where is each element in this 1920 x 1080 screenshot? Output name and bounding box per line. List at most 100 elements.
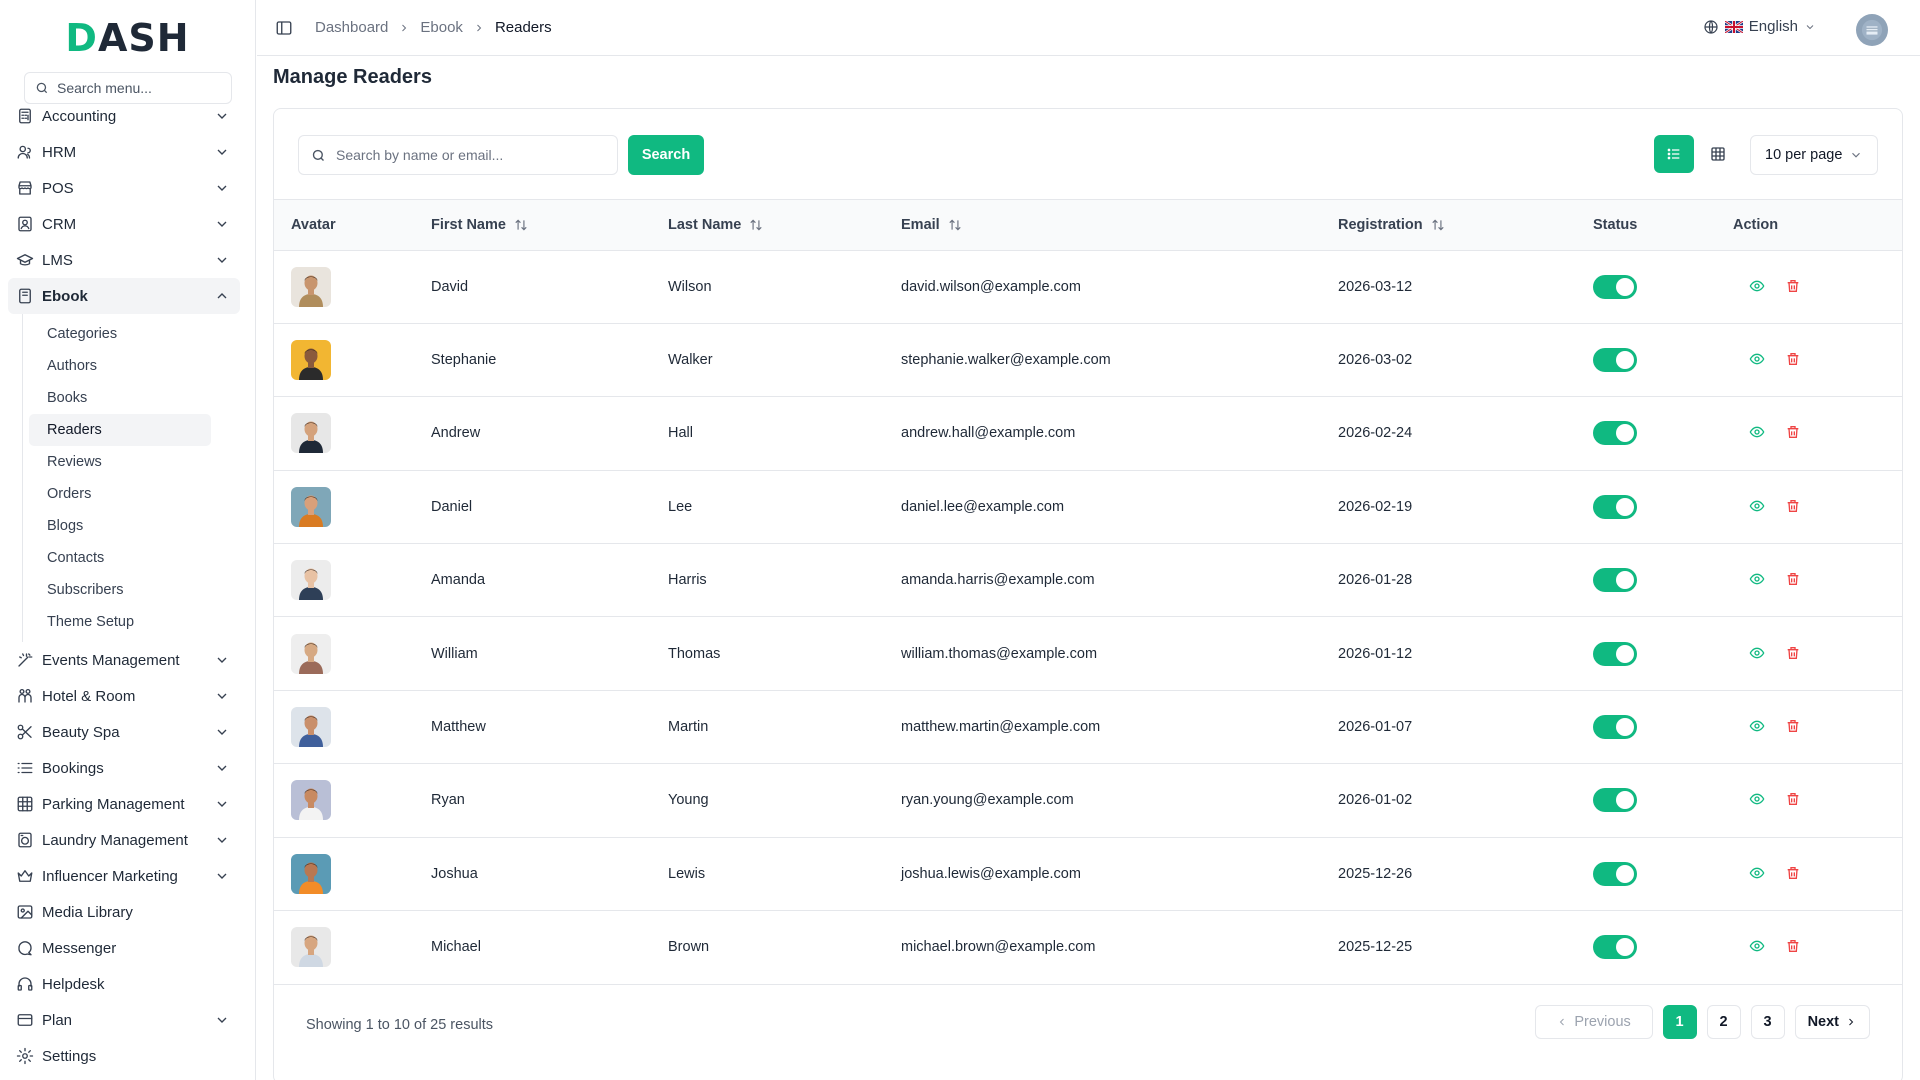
- sidebar-item-crm[interactable]: CRM: [8, 206, 240, 242]
- chevron-down-icon[interactable]: [214, 1012, 230, 1028]
- status-toggle[interactable]: [1593, 641, 1637, 666]
- col-registration[interactable]: Registration: [1321, 200, 1576, 250]
- status-toggle[interactable]: [1593, 788, 1637, 813]
- sidebar-item-parking-management[interactable]: Parking Management: [8, 786, 240, 822]
- app-logo[interactable]: DASH: [0, 0, 255, 64]
- sidebar-subitem-readers[interactable]: Readers: [29, 414, 211, 446]
- page-2-button[interactable]: 2: [1706, 1005, 1741, 1039]
- chevron-down-icon[interactable]: [214, 724, 230, 740]
- chevron-down-icon[interactable]: [214, 216, 230, 232]
- sort-icon[interactable]: [1431, 218, 1445, 232]
- chevron-up-icon[interactable]: [214, 288, 230, 304]
- chevron-down-icon[interactable]: [214, 760, 230, 776]
- sidebar-subitem-reviews[interactable]: Reviews: [29, 446, 211, 478]
- sidebar-item-bookings[interactable]: Bookings: [8, 750, 240, 786]
- next-page-button[interactable]: Next: [1794, 1005, 1870, 1039]
- sidebar-item-laundry-management[interactable]: Laundry Management: [8, 822, 240, 858]
- col-last-name[interactable]: Last Name: [651, 200, 884, 250]
- eye-icon[interactable]: [1749, 718, 1767, 736]
- eye-icon[interactable]: [1749, 571, 1767, 589]
- sidebar-subitem-books[interactable]: Books: [29, 382, 211, 414]
- sidebar-item-lms[interactable]: LMS: [8, 242, 240, 278]
- trash-icon[interactable]: [1785, 351, 1803, 369]
- chevron-down-icon[interactable]: [214, 180, 230, 196]
- grid-view-button[interactable]: [1698, 135, 1738, 173]
- trash-icon[interactable]: [1785, 718, 1803, 736]
- trash-icon[interactable]: [1785, 791, 1803, 809]
- breadcrumb-ebook[interactable]: Ebook: [420, 19, 463, 36]
- sort-icon[interactable]: [948, 218, 962, 232]
- chevron-down-icon[interactable]: [214, 868, 230, 884]
- trash-icon[interactable]: [1785, 865, 1803, 883]
- trash-icon[interactable]: [1785, 645, 1803, 663]
- trash-icon[interactable]: [1785, 938, 1803, 956]
- chevron-down-icon[interactable]: [214, 144, 230, 160]
- sort-icon[interactable]: [749, 218, 763, 232]
- page-1-button[interactable]: 1: [1662, 1005, 1697, 1039]
- eye-icon[interactable]: [1749, 938, 1767, 956]
- chevron-down-icon[interactable]: [214, 688, 230, 704]
- sidebar-item-events-management[interactable]: Events Management: [8, 642, 240, 678]
- sidebar-item-beauty-spa[interactable]: Beauty Spa: [8, 714, 240, 750]
- reader-search-box[interactable]: [298, 135, 618, 175]
- sidebar-item-plan[interactable]: Plan: [8, 1002, 240, 1038]
- user-avatar[interactable]: [1856, 14, 1888, 46]
- status-toggle[interactable]: [1593, 274, 1637, 299]
- page-3-button[interactable]: 3: [1750, 1005, 1785, 1039]
- breadcrumb: Dashboard Ebook Readers: [315, 19, 552, 36]
- eye-icon[interactable]: [1749, 791, 1767, 809]
- chevron-down-icon[interactable]: [214, 652, 230, 668]
- search-button[interactable]: Search: [628, 135, 704, 175]
- chevron-down-icon[interactable]: [214, 252, 230, 268]
- status-toggle[interactable]: [1593, 494, 1637, 519]
- trash-icon[interactable]: [1785, 571, 1803, 589]
- sidebar-subitem-contacts[interactable]: Contacts: [29, 542, 211, 574]
- sidebar-search-input[interactable]: [57, 80, 217, 96]
- sidebar-subitem-theme-setup[interactable]: Theme Setup: [29, 606, 211, 638]
- language-selector[interactable]: English: [1703, 18, 1816, 35]
- sidebar-subitem-orders[interactable]: Orders: [29, 478, 211, 510]
- trash-icon[interactable]: [1785, 278, 1803, 296]
- status-toggle[interactable]: [1593, 715, 1637, 740]
- sidebar-subitem-subscribers[interactable]: Subscribers: [29, 574, 211, 606]
- sort-icon[interactable]: [514, 218, 528, 232]
- trash-icon[interactable]: [1785, 498, 1803, 516]
- reader-search-input[interactable]: [336, 147, 606, 163]
- eye-icon[interactable]: [1749, 424, 1767, 442]
- sidebar-item-pos[interactable]: POS: [8, 170, 240, 206]
- trash-icon[interactable]: [1785, 424, 1803, 442]
- breadcrumb-dashboard[interactable]: Dashboard: [315, 19, 388, 36]
- col-email[interactable]: Email: [884, 200, 1321, 250]
- sidebar-item-media-library[interactable]: Media Library: [8, 894, 240, 930]
- sidebar-search[interactable]: [24, 72, 232, 104]
- sidebar-item-hrm[interactable]: HRM: [8, 134, 240, 170]
- per-page-select[interactable]: 10 per page: [1750, 135, 1878, 175]
- chevron-down-icon[interactable]: [214, 796, 230, 812]
- status-toggle[interactable]: [1593, 348, 1637, 373]
- eye-icon[interactable]: [1749, 498, 1767, 516]
- sidebar-subitem-blogs[interactable]: Blogs: [29, 510, 211, 542]
- status-toggle[interactable]: [1593, 568, 1637, 593]
- status-toggle[interactable]: [1593, 861, 1637, 886]
- sidebar-subitem-categories[interactable]: Categories: [29, 318, 211, 350]
- chevron-down-icon[interactable]: [214, 108, 230, 124]
- sidebar-item-settings[interactable]: Settings: [8, 1038, 240, 1074]
- list-view-button[interactable]: [1654, 135, 1694, 173]
- sidebar-subitem-authors[interactable]: Authors: [29, 350, 211, 382]
- status-toggle[interactable]: [1593, 935, 1637, 960]
- eye-icon[interactable]: [1749, 278, 1767, 296]
- sidebar-item-hotel-room[interactable]: Hotel & Room: [8, 678, 240, 714]
- previous-page-button[interactable]: Previous: [1534, 1005, 1653, 1039]
- eye-icon[interactable]: [1749, 351, 1767, 369]
- sidebar-item-helpdesk[interactable]: Helpdesk: [8, 966, 240, 1002]
- sidebar-item-influencer-marketing[interactable]: Influencer Marketing: [8, 858, 240, 894]
- chevron-down-icon[interactable]: [214, 832, 230, 848]
- eye-icon[interactable]: [1749, 645, 1767, 663]
- sidebar-toggle-icon[interactable]: [275, 19, 293, 37]
- col-first-name[interactable]: First Name: [414, 200, 651, 250]
- col-action-label: Action: [1733, 216, 1779, 233]
- sidebar-item-ebook[interactable]: Ebook: [8, 278, 240, 314]
- eye-icon[interactable]: [1749, 865, 1767, 883]
- sidebar-item-messenger[interactable]: Messenger: [8, 930, 240, 966]
- status-toggle[interactable]: [1593, 421, 1637, 446]
